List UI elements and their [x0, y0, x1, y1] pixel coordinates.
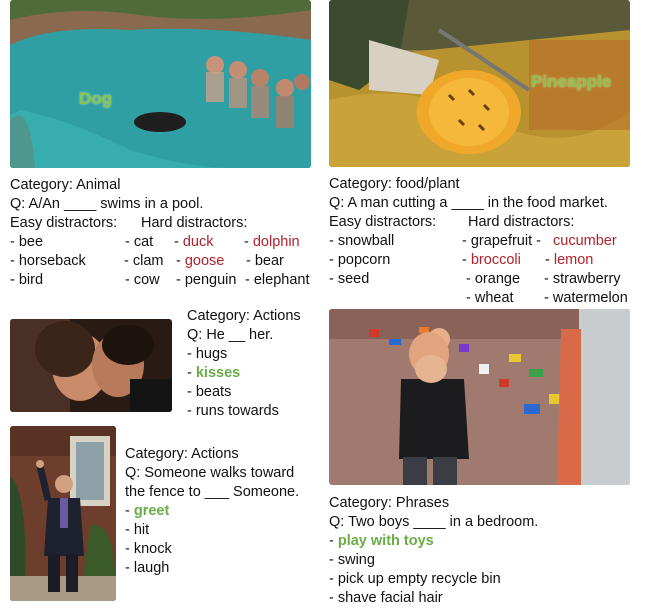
wave-option-answer: - greet — [125, 503, 170, 519]
pineapple-hard-item: - lemon — [545, 252, 594, 268]
wave-option: - laugh — [125, 560, 170, 576]
pineapple-overlay-label: Pineapple — [531, 72, 612, 91]
dog-easy-item: - horseback — [10, 253, 86, 269]
kiss-question: Q: He __ her. — [187, 327, 274, 343]
dog-easy-item: - cow — [125, 272, 160, 288]
dog-easy-item: - cat — [125, 234, 154, 250]
waving-man-image — [10, 426, 116, 601]
pool-dog-image: Dog — [10, 0, 311, 168]
wave-option: - hit — [125, 522, 150, 538]
kiss-scene-image — [10, 319, 172, 412]
toys-question: Q: Two boys ____ in a bedroom. — [329, 514, 539, 530]
pineapple-easy-header: Easy distractors: — [329, 214, 437, 230]
wave-question-line1: Q: Someone walks toward — [125, 465, 295, 481]
dog-easy-item: - bird — [10, 272, 44, 288]
dog-hard-item: - bear — [246, 253, 284, 269]
kiss-option: - beats — [187, 384, 232, 400]
dog-hard-item: - dolphin — [244, 234, 300, 250]
pineapple-easy-item: - seed — [329, 271, 370, 287]
wave-question-line2: the fence to ___ Someone. — [125, 484, 300, 500]
kiss-option: - hugs — [187, 346, 228, 362]
dog-hard-item: - duck — [174, 234, 214, 250]
kiss-category: Category: Actions — [187, 308, 301, 324]
toys-option: - swing — [329, 552, 375, 568]
boys-toys-image — [329, 309, 630, 485]
dog-easy-item: - bee — [10, 234, 44, 250]
pineapple-easy-item: - snowball — [329, 233, 395, 249]
dog-easy-item: - clam — [124, 253, 164, 269]
dog-hard-item: - penguin — [176, 272, 237, 288]
toys-option: - pick up empty recycle bin — [329, 571, 501, 587]
pineapple-question: Q: A man cutting a ____ in the food mark… — [329, 195, 608, 211]
kiss-option-answer: - kisses — [187, 365, 241, 381]
pineapple-hard-item: - wheat — [466, 290, 514, 306]
pineapple-cutting-image: Pineapple — [329, 0, 630, 167]
dog-hard-header: Hard distractors: — [141, 215, 248, 231]
dog-overlay-label: Dog — [79, 89, 113, 108]
dog-hard-item: - goose — [176, 253, 225, 269]
toys-option-answer: - play with toys — [329, 533, 434, 549]
pineapple-category: Category: food/plant — [329, 176, 460, 192]
pineapple-hard-item: - grapefruit - — [462, 233, 541, 249]
toys-option: - shave facial hair — [329, 590, 443, 606]
dog-hard-item: - elephant — [245, 272, 310, 288]
toys-category: Category: Phrases — [329, 495, 450, 511]
pineapple-easy-item: - popcorn — [329, 252, 391, 268]
pineapple-hard-item: cucumber — [553, 233, 617, 249]
wave-category: Category: Actions — [125, 446, 239, 462]
kiss-option: - runs towards — [187, 403, 279, 419]
dog-category: Category: Animal — [10, 177, 121, 193]
pineapple-hard-item: - watermelon — [544, 290, 628, 306]
wave-option: - knock — [125, 541, 172, 557]
dog-easy-header: Easy distractors: — [10, 215, 118, 231]
pineapple-hard-header: Hard distractors: — [468, 214, 575, 230]
pineapple-hard-item: - broccoli — [462, 252, 521, 268]
dog-question: Q: A/An ____ swims in a pool. — [10, 196, 204, 212]
pineapple-hard-item: - orange — [466, 271, 521, 287]
pineapple-hard-item: - strawberry — [544, 271, 621, 287]
